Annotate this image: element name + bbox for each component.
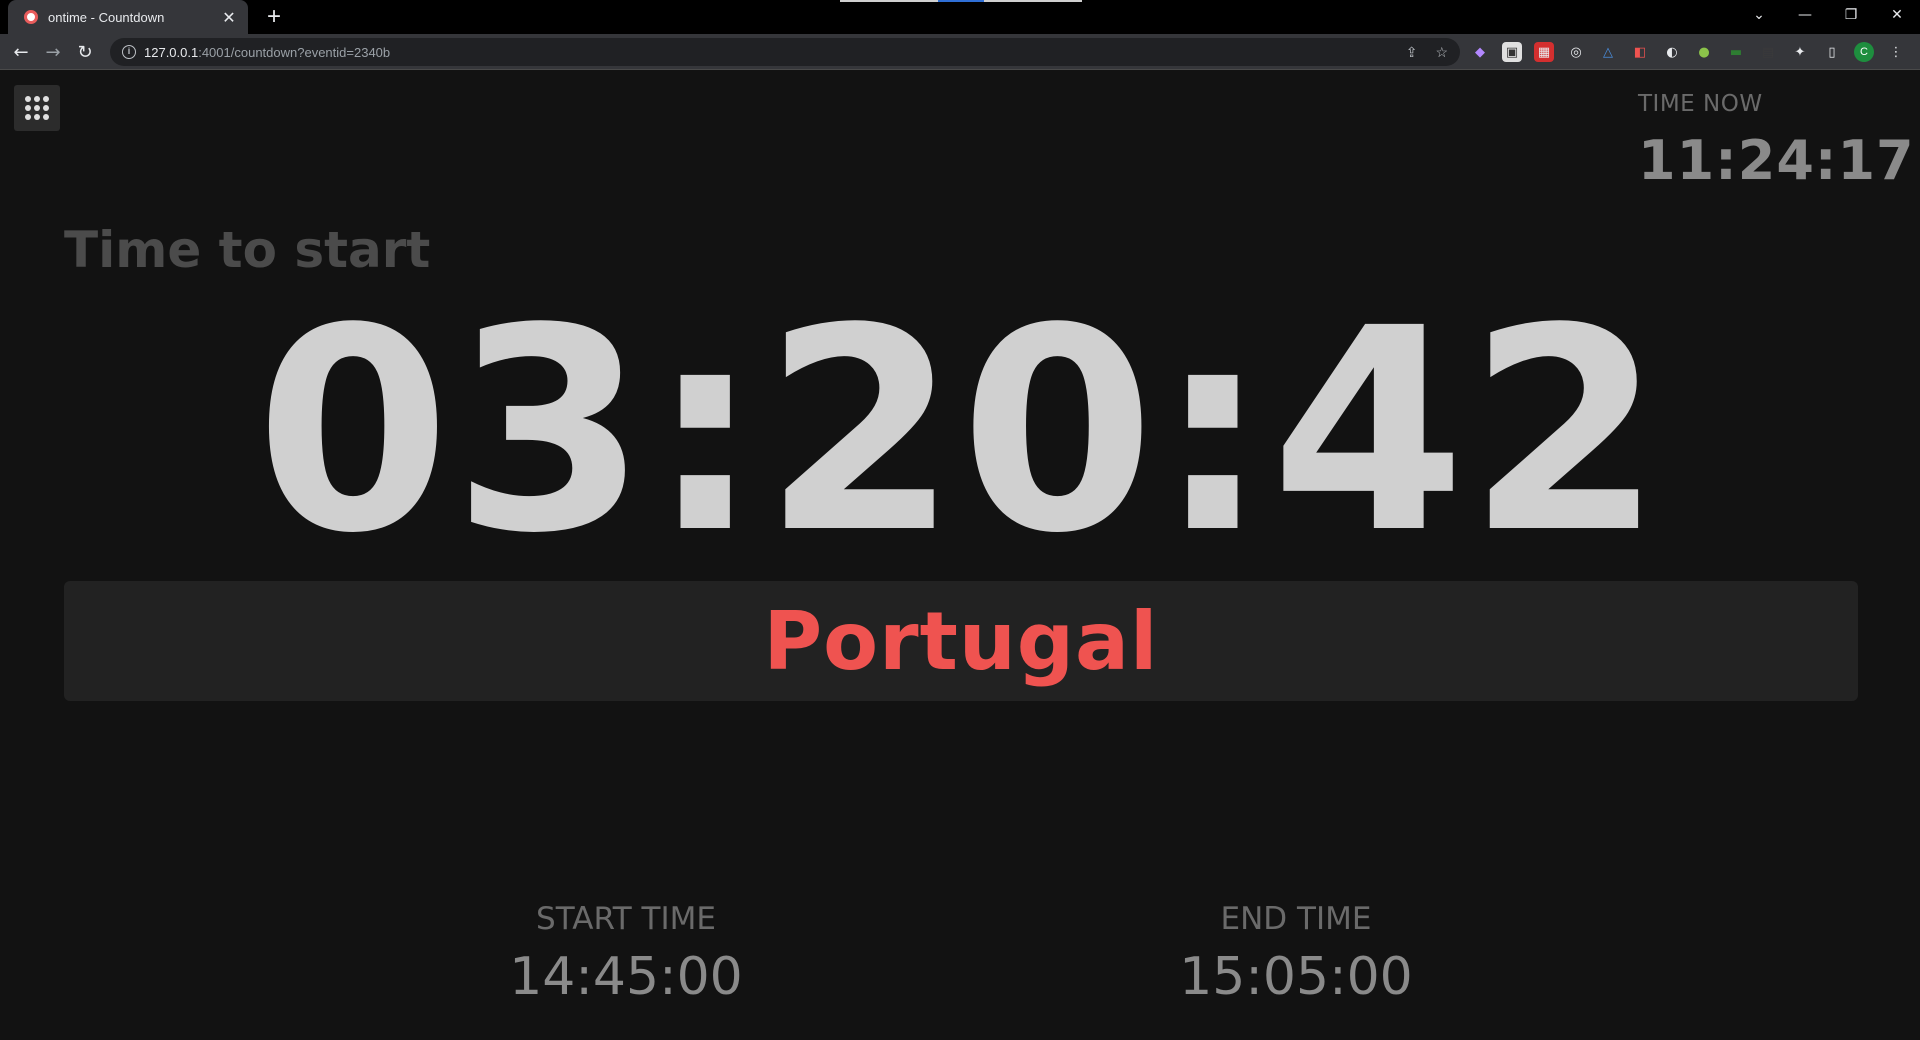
info-icon[interactable]: i (122, 45, 136, 59)
star-icon[interactable]: ☆ (1435, 44, 1448, 61)
end-time-value: 15:05:00 (1179, 947, 1413, 1007)
extension-5-icon[interactable]: △ (1598, 42, 1618, 62)
extensions-icon[interactable]: ✦ (1790, 42, 1810, 62)
reload-icon[interactable]: ↻ (72, 39, 98, 65)
kebab-menu-icon[interactable]: ⋮ (1886, 42, 1906, 62)
url-host: 127.0.0.1 (144, 44, 199, 60)
extension-7-icon[interactable]: ◐ (1662, 42, 1682, 62)
event-title-box: Portugal (64, 581, 1858, 701)
extensions-row: ◆ ▣ ▦ ◎ △ ◧ ◐ ● ▬ ▤ ✦ ▯ C ⋮ (1470, 42, 1906, 62)
close-window-icon[interactable]: ✕ (1874, 0, 1920, 30)
minimize-icon[interactable]: — (1782, 0, 1828, 30)
share-icon[interactable]: ⇪ (1406, 44, 1418, 61)
new-tab-button[interactable]: + (260, 3, 288, 31)
tab-loading-indicator (840, 0, 1082, 2)
extension-9-icon[interactable]: ▬ (1726, 42, 1746, 62)
browser-toolbar: ← → ↻ i 127.0.0.1:4001/countdown?eventid… (0, 34, 1920, 70)
window-controls: ⌄ — ❐ ✕ (1736, 0, 1920, 30)
side-panel-icon[interactable]: ▯ (1822, 42, 1842, 62)
url-path: :4001/countdown?eventid=2340b (198, 44, 391, 60)
extension-6-icon[interactable]: ◧ (1630, 42, 1650, 62)
tab-strip: ontime - Countdown ✕ + ⌄ — ❐ ✕ (0, 0, 1920, 34)
end-time-block: END TIME 15:05:00 (1116, 901, 1476, 1007)
restore-icon[interactable]: ❐ (1828, 0, 1874, 30)
extension-4-icon[interactable]: ◎ (1566, 42, 1586, 62)
forward-icon[interactable]: → (40, 39, 66, 65)
countdown-page: TIME NOW 11:24:17 Time to start 03:20:42… (0, 71, 1920, 1040)
extension-10-icon[interactable]: ▤ (1758, 42, 1778, 62)
ontime-favicon-icon (24, 10, 38, 24)
time-now-label: TIME NOW (1638, 91, 1763, 117)
time-now-value: 11:24:17 (1638, 129, 1915, 192)
start-time-label: START TIME (536, 901, 716, 937)
end-time-label: END TIME (1220, 901, 1372, 937)
address-bar[interactable]: i 127.0.0.1:4001/countdown?eventid=2340b… (110, 38, 1460, 66)
tab-title: ontime - Countdown (48, 9, 165, 25)
start-time-value: 14:45:00 (509, 947, 743, 1007)
extension-3-icon[interactable]: ▦ (1534, 42, 1554, 62)
browser-tab[interactable]: ontime - Countdown ✕ (8, 0, 248, 34)
extension-1-icon[interactable]: ◆ (1470, 42, 1490, 62)
start-time-block: START TIME 14:45:00 (446, 901, 806, 1007)
tab-close-icon[interactable]: ✕ (220, 8, 238, 27)
back-icon[interactable]: ← (8, 39, 34, 65)
profile-avatar[interactable]: C (1854, 42, 1874, 62)
event-title: Portugal (763, 594, 1159, 688)
tab-search-icon[interactable]: ⌄ (1736, 0, 1782, 30)
countdown-timer: 03:20:42 (255, 269, 1665, 595)
extension-8-icon[interactable]: ● (1694, 42, 1714, 62)
menu-grid-icon[interactable] (14, 85, 60, 131)
extension-2-icon[interactable]: ▣ (1502, 42, 1522, 62)
